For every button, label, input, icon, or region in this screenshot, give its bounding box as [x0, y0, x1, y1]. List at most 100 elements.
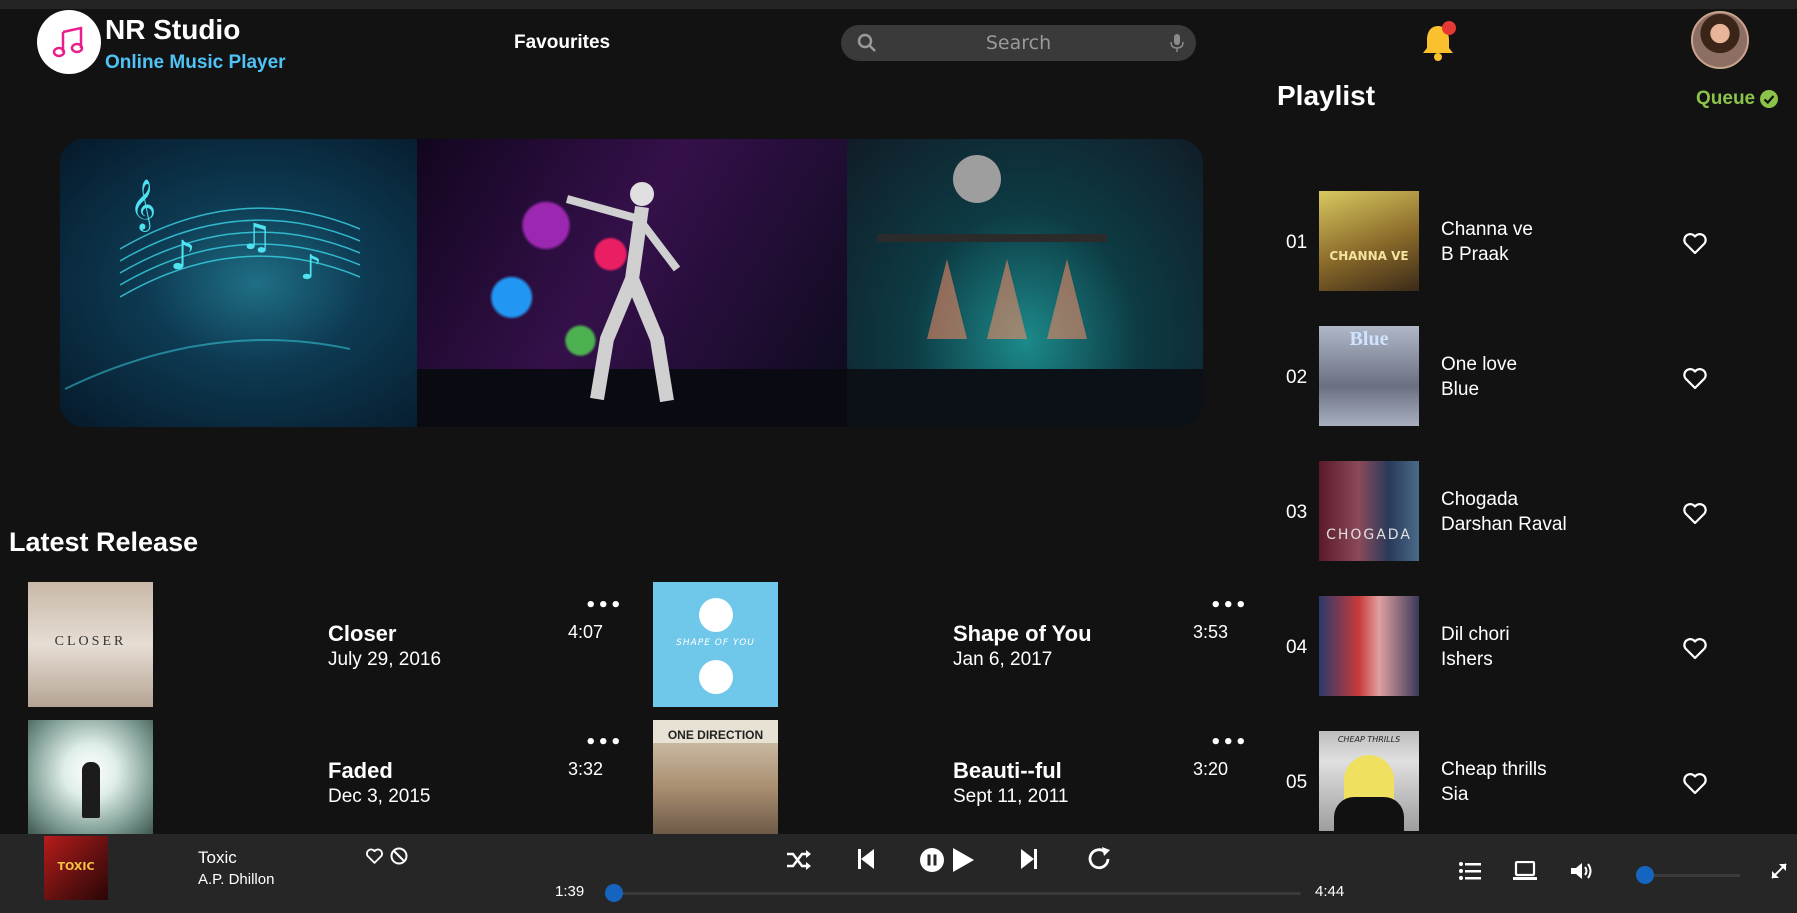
progress-knob[interactable] — [605, 884, 623, 902]
heart-icon[interactable] — [1682, 502, 1708, 526]
cover-text: CLOSER — [54, 634, 127, 649]
song-artist: B Praak — [1441, 244, 1509, 265]
queue-button[interactable]: Queue — [1696, 88, 1779, 110]
song-title: Dil chori — [1441, 624, 1510, 645]
heart-icon[interactable] — [1682, 637, 1708, 661]
release-title[interactable]: Beauti--ful — [953, 758, 1062, 784]
album-cover-one-love[interactable]: Blue — [1319, 326, 1419, 426]
release-date: Dec 3, 2015 — [328, 786, 431, 807]
cover-text: Blue — [1349, 328, 1389, 350]
dancer-illustration — [417, 182, 847, 427]
cover-text: SHAPE OF YOU — [676, 638, 755, 648]
list-icon[interactable] — [1459, 862, 1481, 880]
song-artist: Ishers — [1441, 649, 1493, 670]
user-avatar[interactable] — [1691, 11, 1749, 69]
queue-label: Queue — [1696, 88, 1756, 109]
playlist-song-info[interactable]: Cheap thrills Sia — [1441, 757, 1547, 807]
now-playing-artist[interactable]: A.P. Dhillon — [198, 871, 274, 888]
release-date: July 29, 2016 — [328, 649, 442, 670]
heart-icon[interactable] — [1682, 367, 1708, 391]
album-cover-cheap-thrills[interactable]: CHEAP THRILLS — [1319, 731, 1419, 831]
song-title: Channa ve — [1441, 219, 1533, 240]
album-cover-channa-ve[interactable]: CHANNA VE — [1319, 191, 1419, 291]
song-title: Chogada — [1441, 489, 1519, 510]
banner-carousel[interactable]: ♪ ♫ ♪ 𝄞 — [60, 139, 1203, 427]
cover-circle-bottom — [699, 660, 733, 694]
volume-knob[interactable] — [1636, 866, 1654, 884]
more-options-icon[interactable]: ••• — [1210, 734, 1248, 752]
track-number: 03 — [1286, 502, 1308, 523]
cover-figure-body — [1334, 797, 1404, 831]
release-date: Jan 6, 2017 — [953, 649, 1053, 670]
song-title: One love — [1441, 354, 1518, 375]
banner-slide-dancer — [417, 139, 847, 427]
playlist-song-info[interactable]: One love Blue — [1441, 352, 1517, 402]
album-cover-dil-chori[interactable] — [1319, 596, 1419, 696]
microphone-icon[interactable] — [1170, 33, 1184, 53]
block-icon[interactable] — [390, 847, 408, 865]
svg-text:♪: ♪ — [300, 248, 322, 288]
release-title[interactable]: Closer — [328, 621, 396, 647]
more-options-icon[interactable]: ••• — [1210, 597, 1248, 615]
song-title: Cheap thrills — [1441, 759, 1547, 780]
heart-icon[interactable] — [365, 848, 384, 865]
track-number: 01 — [1286, 232, 1308, 253]
previous-track-icon[interactable] — [857, 848, 875, 870]
repeat-icon[interactable] — [1086, 846, 1112, 872]
heart-icon[interactable] — [1682, 772, 1708, 796]
song-artist: Blue — [1441, 379, 1480, 400]
music-note-icon — [52, 26, 84, 58]
heart-icon[interactable] — [1682, 232, 1708, 256]
current-time: 1:39 — [555, 883, 585, 900]
album-cover-closer[interactable]: CLOSER — [28, 582, 153, 707]
more-options-icon[interactable]: ••• — [585, 597, 623, 615]
release-date: Sept 11, 2011 — [953, 786, 1069, 807]
check-circle-icon — [1760, 90, 1779, 108]
now-playing-cover[interactable]: TOXIC — [44, 836, 108, 900]
now-playing-title[interactable]: Toxic — [198, 848, 237, 868]
shuffle-icon[interactable] — [785, 849, 811, 871]
album-cover-shape-of-you[interactable]: SHAPE OF YOU — [653, 582, 778, 707]
banner-slide-concert — [847, 139, 1203, 427]
album-cover-faded[interactable] — [28, 720, 153, 834]
cover-text: ONE DIRECTION — [667, 728, 764, 742]
release-title[interactable]: Faded — [328, 758, 393, 784]
search-input[interactable] — [881, 25, 1156, 61]
svg-text:♪: ♪ — [170, 233, 196, 279]
playlist-song-info[interactable]: Channa ve B Praak — [1441, 217, 1533, 267]
nav-favourites[interactable]: Favourites — [514, 32, 610, 54]
music-staff-illustration: ♪ ♫ ♪ 𝄞 — [64, 179, 361, 390]
track-number: 04 — [1286, 637, 1308, 658]
app-logo[interactable] — [37, 10, 101, 74]
progress-track[interactable] — [607, 892, 1301, 895]
cover-circle-top — [699, 598, 733, 632]
release-title[interactable]: Shape of You — [953, 621, 1092, 647]
pause-icon[interactable] — [920, 848, 944, 872]
search-bar — [841, 25, 1196, 61]
more-options-icon[interactable]: ••• — [585, 734, 623, 752]
notification-badge — [1442, 21, 1456, 35]
latest-release-heading: Latest Release — [9, 527, 199, 557]
volume-track[interactable] — [1640, 874, 1740, 877]
cover-text: CHOGADA — [1326, 527, 1412, 543]
song-artist: Darshan Raval — [1441, 514, 1567, 535]
volume-icon[interactable] — [1570, 861, 1594, 881]
device-icon[interactable] — [1513, 861, 1537, 881]
album-cover-one-direction[interactable]: ONE DIRECTION — [653, 720, 778, 834]
release-duration: 4:07 — [568, 622, 604, 642]
track-number: 05 — [1286, 772, 1308, 793]
fullscreen-icon[interactable] — [1770, 862, 1788, 880]
playlist-song-info[interactable]: Chogada Darshan Raval — [1441, 487, 1567, 537]
song-artist: Sia — [1441, 784, 1469, 805]
search-icon[interactable] — [857, 33, 877, 53]
release-duration: 3:32 — [568, 759, 604, 779]
play-icon[interactable] — [951, 847, 975, 873]
next-track-icon[interactable] — [1020, 848, 1038, 870]
banner-slide-music-notes: ♪ ♫ ♪ 𝄞 — [60, 139, 417, 427]
svg-text:♫: ♫ — [240, 217, 272, 258]
brand-subtitle: Online Music Player — [105, 52, 286, 73]
playlist-song-info[interactable]: Dil chori Ishers — [1441, 622, 1510, 672]
top-strip — [0, 0, 1797, 9]
album-cover-chogada[interactable]: CHOGADA — [1319, 461, 1419, 561]
cover-text: CHANNA VE — [1329, 249, 1409, 263]
